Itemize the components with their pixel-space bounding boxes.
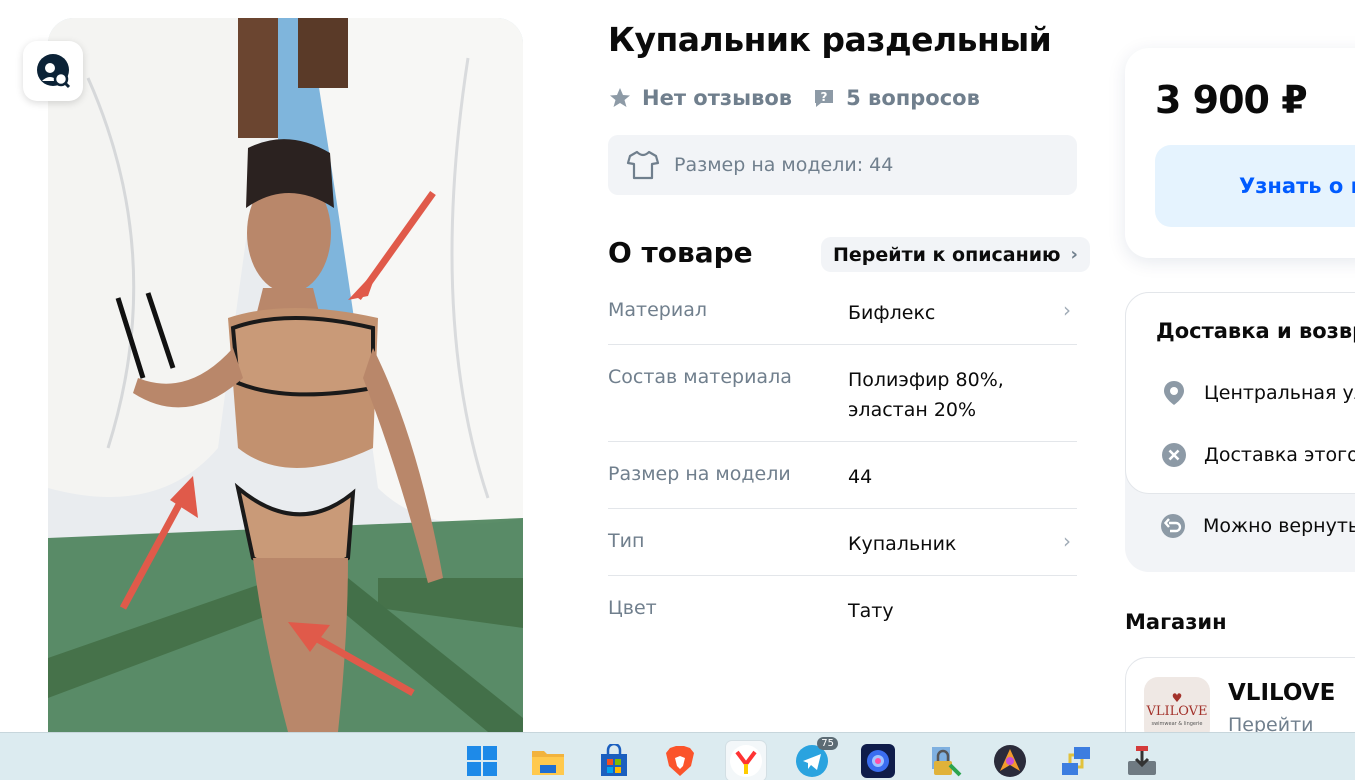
model-size-text: Размер на модели: 44 bbox=[674, 154, 894, 176]
installer-app-icon[interactable] bbox=[1122, 741, 1162, 780]
chevron-right-icon: › bbox=[1063, 298, 1071, 322]
tshirt-icon bbox=[626, 150, 660, 180]
lock-app-icon[interactable] bbox=[924, 741, 964, 780]
shop-logo-text: VLILOVE bbox=[1146, 704, 1208, 719]
return-policy-row[interactable]: Можно вернуть bbox=[1159, 512, 1355, 540]
shop-logo-subtext: swimwear & lingerie bbox=[1151, 721, 1203, 727]
shop-name: VLILOVE bbox=[1228, 680, 1336, 706]
spec-value: Бифлекс bbox=[848, 302, 936, 324]
spec-value: 44 bbox=[848, 466, 873, 488]
delivery-address-row[interactable]: Центральная ул bbox=[1160, 379, 1355, 407]
about-product-heading: О товаре bbox=[608, 236, 753, 269]
telegram-icon[interactable]: 75 bbox=[792, 737, 838, 780]
cross-circle-icon bbox=[1162, 443, 1186, 467]
price-card: 3 900 ₽ Узнать о п bbox=[1125, 48, 1355, 258]
heart-icon: ♥ bbox=[1171, 691, 1183, 705]
spec-value: Тату bbox=[848, 600, 894, 622]
svg-text:?: ? bbox=[821, 90, 828, 104]
spec-row-model-size: Размер на модели 44 bbox=[608, 442, 1077, 509]
chevron-right-icon: › bbox=[1063, 529, 1071, 553]
delivery-unavailable-text: Доставка этого bbox=[1204, 444, 1355, 466]
delivery-info: Доставка и возвр Центральная ул Доставка… bbox=[1125, 292, 1355, 494]
blue-flower-app-icon[interactable] bbox=[858, 741, 898, 780]
question-bubble-icon: ? bbox=[815, 90, 834, 107]
file-explorer-icon[interactable] bbox=[528, 741, 568, 780]
specs-table: Материал Бифлекс › Состав материала Поли… bbox=[608, 278, 1077, 643]
spec-key: Материал bbox=[608, 299, 707, 321]
network-app-icon[interactable] bbox=[1056, 741, 1096, 780]
delivery-title: Доставка и возвр bbox=[1156, 319, 1355, 343]
spec-row-color: Цвет Тату bbox=[608, 576, 1077, 643]
app-window: Купальник раздельный Нет отзывов ? 5 воп… bbox=[0, 0, 1355, 780]
product-photo[interactable] bbox=[48, 18, 523, 732]
shop-heading: Магазин bbox=[1125, 610, 1227, 634]
chevron-right-icon: › bbox=[1070, 244, 1078, 265]
reviews-link[interactable]: Нет отзывов bbox=[608, 86, 792, 110]
spec-value-line-1: Полиэфир 80%, bbox=[848, 369, 1004, 391]
spec-row-type[interactable]: Тип Купальник › bbox=[608, 509, 1077, 576]
spec-value-line-2: эластан 20% bbox=[848, 399, 977, 421]
brave-browser-icon[interactable] bbox=[660, 741, 700, 780]
star-icon bbox=[610, 88, 630, 107]
spec-value: Купальник bbox=[848, 533, 957, 555]
product-meta: Нет отзывов ? 5 вопросов bbox=[608, 86, 990, 110]
delivery-unavailable-row: Доставка этого bbox=[1160, 441, 1355, 469]
spec-key: Состав материала bbox=[608, 366, 792, 388]
visual-search-icon bbox=[37, 54, 71, 89]
reviews-text: Нет отзывов bbox=[642, 86, 793, 110]
navigator-app-icon[interactable] bbox=[990, 741, 1030, 780]
product-title: Купальник раздельный bbox=[608, 20, 1052, 59]
spec-key: Тип bbox=[608, 530, 645, 552]
yandex-browser-icon[interactable] bbox=[726, 741, 766, 780]
return-policy-text: Можно вернуть bbox=[1203, 515, 1355, 537]
questions-text: 5 вопросов bbox=[846, 86, 980, 110]
windows-start-icon[interactable] bbox=[462, 741, 502, 780]
spec-row-composition: Состав материала Полиэфир 80%, эластан 2… bbox=[608, 345, 1077, 442]
microsoft-store-icon[interactable] bbox=[594, 741, 634, 780]
goto-description-button[interactable]: Перейти к описанию › bbox=[821, 237, 1090, 272]
delivery-address-text: Центральная ул bbox=[1204, 382, 1355, 404]
taskbar: 75 bbox=[0, 732, 1355, 780]
goto-description-label: Перейти к описанию bbox=[833, 243, 1061, 266]
location-pin-icon bbox=[1164, 381, 1184, 405]
questions-link[interactable]: ? 5 вопросов bbox=[812, 86, 980, 110]
spec-row-material[interactable]: Материал Бифлекс › bbox=[608, 278, 1077, 345]
price: 3 900 ₽ bbox=[1155, 78, 1308, 122]
spec-key: Цвет bbox=[608, 597, 657, 619]
spec-value: Полиэфир 80%, эластан 20% bbox=[848, 362, 1077, 441]
visual-search-button[interactable] bbox=[23, 41, 83, 101]
telegram-badge: 75 bbox=[817, 737, 838, 750]
learn-price-button[interactable]: Узнать о п bbox=[1155, 145, 1355, 227]
delivery-card: Доставка и возвр Центральная ул Доставка… bbox=[1125, 292, 1355, 572]
model-size-chip: Размер на модели: 44 bbox=[608, 135, 1077, 195]
model-photo-illustration bbox=[48, 18, 523, 732]
spec-key: Размер на модели bbox=[608, 463, 791, 485]
return-arrow-icon bbox=[1161, 514, 1185, 538]
